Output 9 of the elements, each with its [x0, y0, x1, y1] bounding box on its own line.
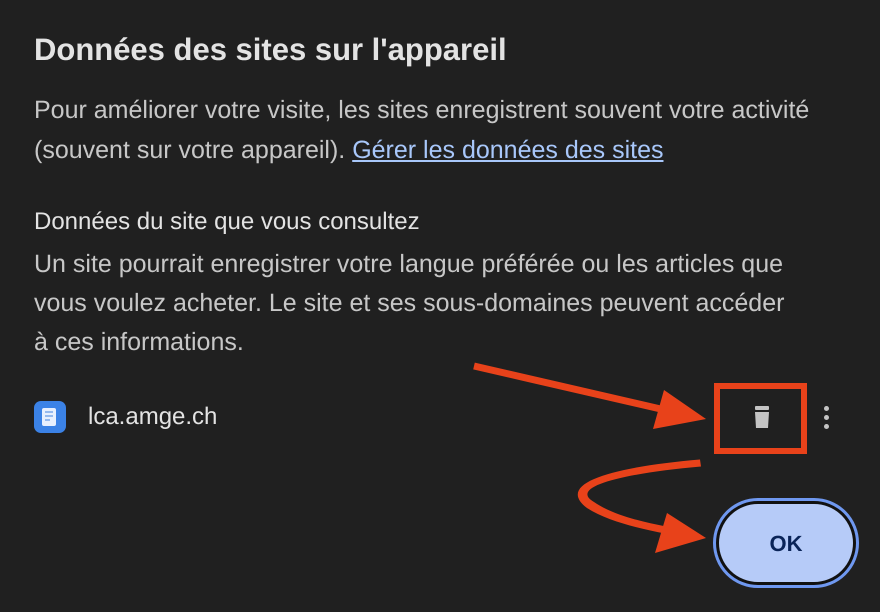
dialog-title: Données des sites sur l'appareil: [34, 31, 508, 69]
intro-text: Pour améliorer votre visite, les sites enregistrent souvent votre activité (souvent sur votre appareil). Gérer les données des sites: [34, 95, 810, 166]
manage-data-link[interactable]: Gérer les données des sites: [352, 136, 664, 164]
section-title: Données du site que vous consultez: [34, 207, 421, 237]
site-domain: lca.amge.ch: [88, 402, 218, 432]
section-text: Un site pourrait enregistrer votre langue préférée ou les articles que vous voulez acheter. Le site et ses sous-domaines peuvent accéder à ces informations.: [34, 249, 786, 358]
document-icon: [34, 401, 66, 433]
ok-button[interactable]: OK: [716, 501, 856, 585]
trash-icon: [752, 405, 772, 429]
